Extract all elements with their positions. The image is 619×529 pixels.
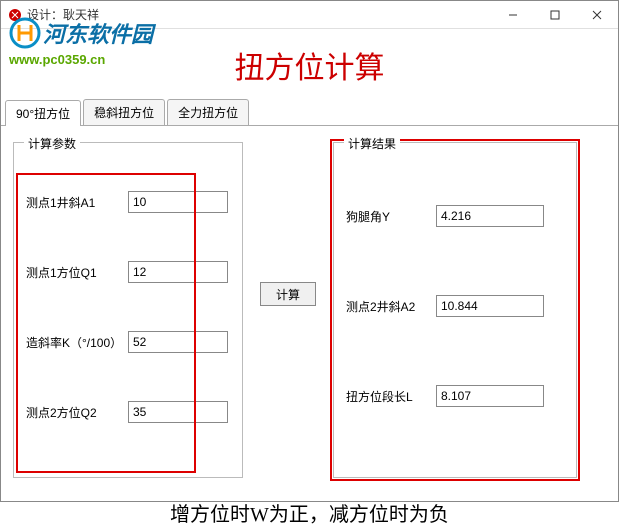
tab-90deg[interactable]: 90°扭方位 xyxy=(5,100,81,126)
middle-column: 计算 xyxy=(243,142,333,306)
window-controls xyxy=(492,1,618,29)
footer-note: 增方位时W为正，减方位时为负 xyxy=(1,488,618,529)
results-fieldset: 计算结果 狗腿角Y 测点2井斜A2 扭方位段长L xyxy=(333,142,577,478)
content-area: 计算参数 测点1井斜A1 测点1方位Q1 造斜率K（°/100） 测点2方位Q2… xyxy=(1,126,618,488)
watermark-logo-icon xyxy=(9,17,41,49)
watermark: 河东软件园 www.pc0359.cn xyxy=(9,17,153,67)
tab-bar: 90°扭方位 稳斜扭方位 全力扭方位 xyxy=(1,99,618,126)
calculate-button[interactable]: 计算 xyxy=(260,282,316,306)
maximize-button[interactable] xyxy=(534,1,576,29)
close-button[interactable] xyxy=(576,1,618,29)
results-legend: 计算结果 xyxy=(344,135,400,152)
highlight-right xyxy=(330,139,580,481)
tab-wenxie[interactable]: 稳斜扭方位 xyxy=(83,99,165,125)
highlight-left xyxy=(16,173,196,473)
watermark-site-name: 河东软件园 xyxy=(43,17,153,49)
params-legend: 计算参数 xyxy=(24,135,80,152)
watermark-url: www.pc0359.cn xyxy=(9,52,153,67)
tab-quanli[interactable]: 全力扭方位 xyxy=(167,99,249,125)
params-fieldset: 计算参数 测点1井斜A1 测点1方位Q1 造斜率K（°/100） 测点2方位Q2 xyxy=(13,142,243,478)
minimize-button[interactable] xyxy=(492,1,534,29)
